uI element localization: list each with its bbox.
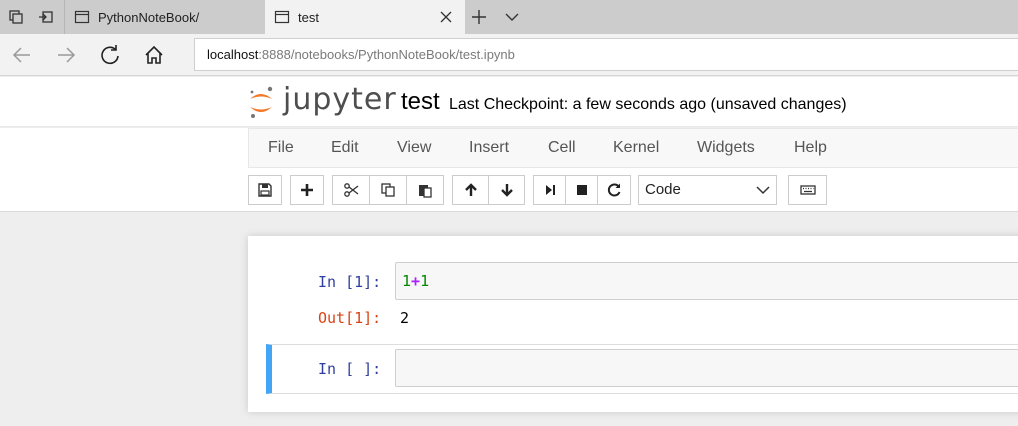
home-icon[interactable] [142,43,166,67]
save-icon [258,183,272,197]
insert-cell-button[interactable] [290,175,324,205]
menu-insert[interactable]: Insert [469,139,509,157]
jupyter-header: jupyter test Last Checkpoint: a few seco… [0,77,1018,127]
menu-bar: File Edit View Insert Cell Kernel Widget… [248,128,1018,168]
tab-test[interactable]: test [265,0,465,34]
move-cell-down-button[interactable] [488,175,525,205]
scissors-icon [344,183,359,197]
menu-file[interactable]: File [268,139,294,157]
input-prompt: In [1]: [318,273,382,291]
close-tab-icon[interactable] [439,10,453,24]
paste-cell-button[interactable] [406,175,444,205]
code-cell-editor[interactable]: 1+1 [395,262,1018,300]
jupyter-menu-and-toolbar: File Edit View Insert Cell Kernel Widget… [0,128,1018,212]
chevron-down-icon[interactable] [504,10,520,24]
tab-manager-icon[interactable] [8,9,24,25]
url-path: :8888/notebooks/PythonNoteBook/test.ipyn… [258,47,515,62]
code-token-operator: + [411,272,421,290]
back-arrow-icon[interactable] [10,43,34,67]
page-icon [274,10,290,24]
tab-label: test [298,9,319,25]
keyboard-icon [799,185,816,195]
address-bar[interactable]: localhost:8888/notebooks/PythonNoteBook/… [194,38,1018,71]
copy-cell-button[interactable] [369,175,407,205]
paste-icon [419,185,432,198]
jupyter-logo-icon[interactable] [247,85,275,119]
code-token-number: 1 [420,272,430,290]
output-prompt: Out[1]: [318,309,382,327]
copy-icon [381,183,395,197]
command-palette-button[interactable] [788,175,827,205]
cut-cell-button[interactable] [332,175,370,205]
cell-type-value: Code [645,181,681,198]
tab-label: PythonNoteBook/ [98,9,200,25]
code-token-number: 1 [402,272,412,290]
arrow-up-icon [464,183,477,196]
code-cell-editor[interactable] [395,349,1018,387]
url-host: localhost [207,47,259,62]
browser-navigation-bar: localhost:8888/notebooks/PythonNoteBook/… [0,34,1018,76]
chevron-down-icon [756,186,770,195]
menu-widgets[interactable]: Widgets [697,139,755,157]
save-button[interactable] [248,175,282,205]
browser-tab-strip: PythonNoteBook/ test [0,0,1018,34]
tab-pythonnotebook[interactable]: PythonNoteBook/ [64,0,264,34]
set-aside-tabs-icon[interactable] [38,9,54,25]
restart-icon [607,183,621,197]
interrupt-kernel-button[interactable] [565,175,598,205]
menu-kernel[interactable]: Kernel [613,139,659,157]
input-prompt: In [ ]: [318,360,382,378]
arrow-down-icon [500,184,513,197]
menu-edit[interactable]: Edit [331,139,359,157]
notebook-name[interactable]: test [401,88,440,116]
jupyter-logo-text[interactable]: jupyter [283,82,397,117]
page-icon [74,10,90,24]
restart-kernel-button[interactable] [597,175,631,205]
new-tab-icon[interactable] [470,8,488,26]
refresh-icon[interactable] [98,43,122,67]
run-cell-button[interactable] [533,175,566,205]
plus-icon [301,184,313,196]
menu-view[interactable]: View [397,139,431,157]
notebook-container: In [1]: 1+1 Out[1]: 2 In [ ]: [248,236,1018,412]
menu-cell[interactable]: Cell [548,139,576,157]
forward-arrow-icon[interactable] [54,43,78,67]
cell-output: 2 [400,309,410,327]
checkpoint-status: Last Checkpoint: a few seconds ago (unsa… [449,96,847,113]
cell-type-select[interactable]: Code [638,175,777,205]
menu-help[interactable]: Help [794,139,827,157]
step-forward-icon [545,185,555,195]
stop-icon [576,185,587,195]
move-cell-up-button[interactable] [452,175,489,205]
